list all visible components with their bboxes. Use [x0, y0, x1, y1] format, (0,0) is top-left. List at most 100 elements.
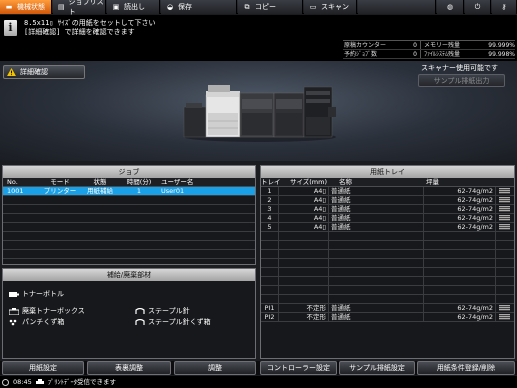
machine-illustration: [183, 85, 336, 142]
tray-weight: 62-74g/m2: [424, 304, 496, 312]
main-tab-bar: ▬ 機械状態 ▤ ジョブリスト ▣ 読出し ◒ 保存 ⧉ コピー ▭ スキャン …: [0, 0, 517, 16]
counters-table: 原稿カウンター 0 メモリー残量 99.999% 予約ｼﾞｮﾌﾞ数 0 ﾌｧｲﾙ…: [343, 40, 515, 59]
paper-level-icon: [498, 305, 510, 311]
save-icon: ◒: [166, 3, 174, 11]
table-row[interactable]: [3, 223, 255, 232]
paper-level-icon: [498, 224, 510, 230]
tab-read[interactable]: ▣ 読出し: [107, 0, 160, 14]
tab-machine-status[interactable]: ▬ 機械状態: [0, 0, 52, 14]
col-header: モード: [50, 178, 70, 186]
staple-waste-label: ステープル針くず箱: [148, 318, 211, 326]
table-row[interactable]: [3, 241, 255, 250]
filesystem-value: 99.998%: [488, 51, 515, 58]
tray-number: 4: [261, 214, 279, 222]
table-row[interactable]: [3, 250, 255, 259]
tray-size: A4▯: [279, 223, 329, 231]
memory-value: 99.999%: [488, 42, 515, 49]
tray-paper-name: 普通紙: [329, 313, 424, 321]
status-time: 08:45: [13, 378, 32, 386]
tray-paper-name: 普通紙: [329, 214, 424, 222]
staple-waste-icon: [135, 318, 145, 325]
tray-level: [496, 196, 512, 204]
tray-level: [496, 205, 512, 213]
table-row[interactable]: [3, 205, 255, 214]
punch-waste-label: パンチくず箱: [22, 318, 65, 326]
toner-bottle-icon: [9, 291, 19, 297]
tray-row[interactable]: PI1 不定形 普通紙 62-74g/m2: [261, 304, 514, 313]
col-header: 名称: [339, 178, 352, 186]
col-header: 状態: [93, 178, 107, 186]
col-header: ユーザー名: [161, 178, 194, 186]
tray-size: A4▯: [279, 205, 329, 213]
detail-check-button[interactable]: 詳細確認: [3, 65, 85, 79]
punch-waste-icon: [9, 319, 17, 325]
col-header: サイズ(mm): [289, 178, 327, 186]
front-back-adjust-button[interactable]: 表裏調整: [87, 361, 171, 375]
sample-output-button[interactable]: サンプル排紙出力: [418, 74, 505, 87]
job-table-header: No. モード 状態 時間(分) ユーザー名: [3, 178, 255, 187]
table-row[interactable]: [3, 214, 255, 223]
col-header: 時間(分): [126, 178, 152, 186]
sample-output-setting-button[interactable]: サンプル排紙設定: [339, 361, 415, 375]
power-button[interactable]: ⏻: [465, 0, 491, 14]
adjust-button[interactable]: 調整: [174, 361, 256, 375]
tray-row-empty: [261, 250, 514, 259]
counter-value: 0: [391, 50, 421, 58]
job-status: 用紙補給: [87, 187, 113, 195]
controller-setting-button[interactable]: コントローラー設定: [260, 361, 337, 375]
filesystem-label: ﾌｧｲﾙｼｽﾃﾑ残量: [424, 51, 461, 58]
tray-paper-name: 普通紙: [329, 304, 424, 312]
tab-label: 読出し: [124, 3, 145, 11]
tray-panel: 用紙トレイ トレイ サイズ(mm) 名称 坪量 1 A4▯ 普通紙 62-74g…: [260, 165, 515, 359]
paper-condition-register-button[interactable]: 用紙条件登録/削除: [417, 361, 515, 375]
bottom-button-bar: 用紙設定 表裏調整 調整 コントローラー設定 サンプル排紙設定 用紙条件登録/削…: [0, 361, 517, 375]
tab-label: コピー: [255, 3, 276, 11]
tray-row-empty: [261, 259, 514, 268]
tray-row[interactable]: 5 A4▯ 普通紙 62-74g/m2: [261, 223, 514, 232]
message-line-2: [詳細確認] で詳細を確認できます: [24, 28, 135, 36]
tray-size: 不定形: [279, 313, 329, 321]
col-header: No.: [7, 178, 18, 186]
tray-panel-title: 用紙トレイ: [261, 166, 514, 178]
detail-check-label: 詳細確認: [20, 68, 48, 76]
tray-row[interactable]: 3 A4▯ 普通紙 62-74g/m2: [261, 205, 514, 214]
tray-row-empty: [261, 286, 514, 295]
tab-empty: [358, 0, 436, 14]
punch-waste-item: パンチくず箱: [9, 317, 64, 327]
tray-number: 5: [261, 223, 279, 231]
paper-setting-button[interactable]: 用紙設定: [2, 361, 84, 375]
table-row[interactable]: [3, 196, 255, 205]
tray-row[interactable]: 2 A4▯ 普通紙 62-74g/m2: [261, 196, 514, 205]
clock-icon: [2, 378, 9, 386]
machine-icon: ▬: [5, 3, 13, 11]
tray-number: 3: [261, 205, 279, 213]
language-button[interactable]: ◍: [437, 0, 464, 14]
tray-size: A4▯: [279, 187, 329, 195]
tab-job-list[interactable]: ▤ ジョブリスト: [53, 0, 106, 16]
tray-weight: 62-74g/m2: [424, 196, 496, 204]
counter-label: 原稿カウンター: [344, 42, 387, 49]
tab-save[interactable]: ◒ 保存: [161, 0, 237, 14]
staple-needle-label: ステープル針: [148, 307, 190, 315]
tray-row[interactable]: 4 A4▯ 普通紙 62-74g/m2: [261, 214, 514, 223]
counter-row: 原稿カウンター 0 メモリー残量 99.999%: [343, 41, 515, 50]
paper-level-icon: [498, 215, 510, 221]
tray-row[interactable]: 1 A4▯ 普通紙 62-74g/m2: [261, 187, 514, 196]
col-header: トレイ: [261, 178, 281, 186]
job-no: 1001: [7, 187, 24, 195]
tray-weight: 62-74g/m2: [424, 187, 496, 195]
table-row[interactable]: 1001 プリンター 用紙補給 1 User01: [3, 187, 255, 196]
tray-paper-name: 普通紙: [329, 223, 424, 231]
tab-label: スキャン: [321, 3, 349, 11]
tab-copy[interactable]: ⧉ コピー: [238, 0, 303, 14]
key-icon: ⚷: [501, 3, 507, 11]
paper-level-icon: [498, 206, 510, 212]
tray-number: 2: [261, 196, 279, 204]
staple-waste-item: ステープル針くず箱: [135, 317, 211, 327]
table-row[interactable]: [3, 232, 255, 241]
tray-row[interactable]: PI2 不定形 普通紙 62-74g/m2: [261, 313, 514, 322]
tray-number: PI2: [261, 313, 279, 321]
login-button[interactable]: ⚷: [492, 0, 517, 14]
tab-scan[interactable]: ▭ スキャン: [304, 0, 357, 14]
toner-bottle-label: トナーボトル: [22, 290, 64, 298]
